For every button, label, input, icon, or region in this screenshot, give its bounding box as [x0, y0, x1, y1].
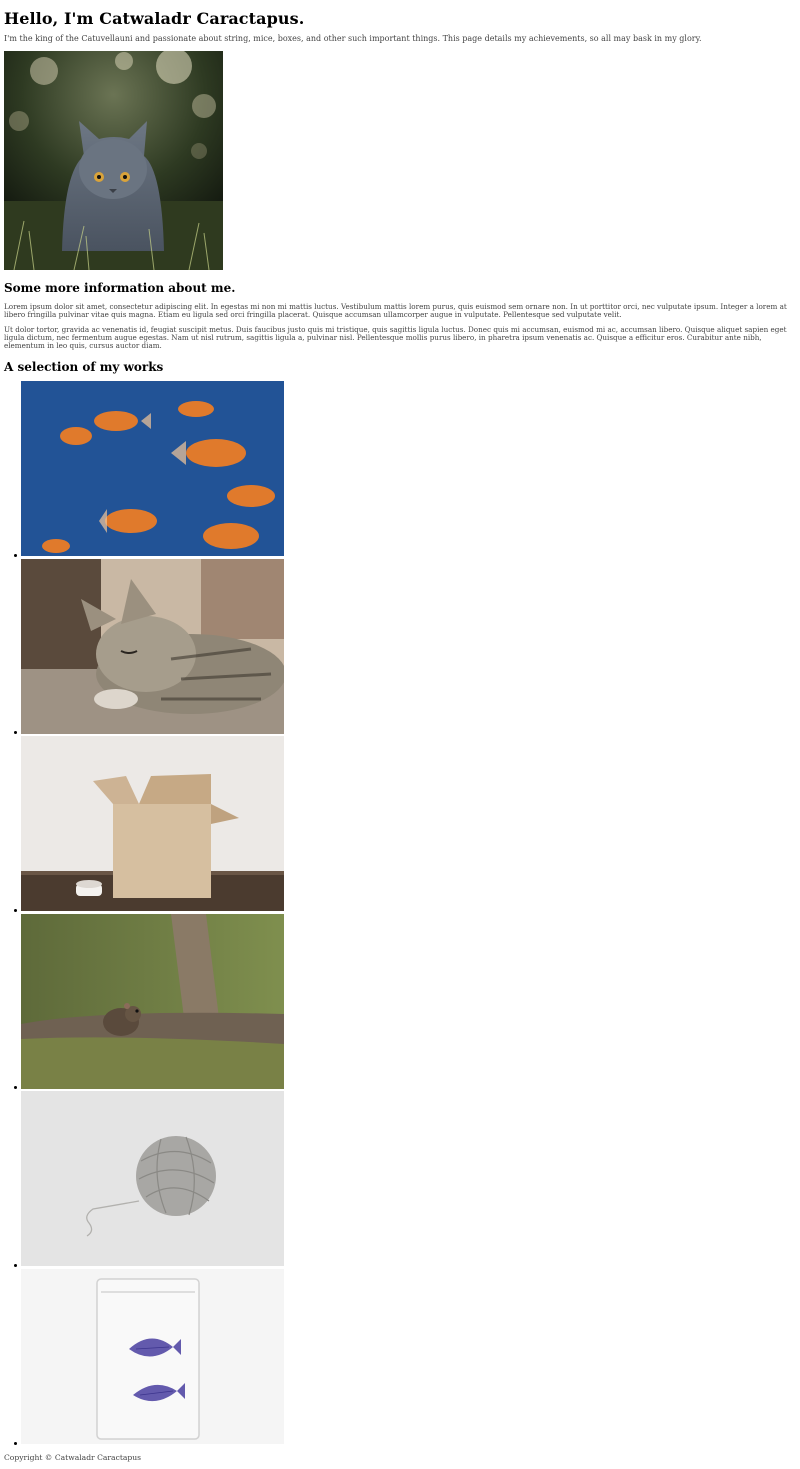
page-title: Hello, I'm Catwaladr Caractapus. — [4, 9, 305, 28]
works-heading: A selection of my works — [4, 360, 164, 374]
works-list — [0, 381, 290, 1447]
sleeping-kitten-photo — [21, 558, 284, 734]
gray-cat-photo — [4, 51, 223, 270]
mouse-photo — [21, 913, 284, 1089]
yarn-ball-photo — [21, 1091, 284, 1267]
work-image-yarn — [21, 1091, 284, 1267]
bullet-icon — [14, 731, 17, 735]
work-image-jar — [21, 1268, 284, 1444]
cardboard-box-photo — [21, 736, 284, 912]
work-image-goldfish — [21, 381, 284, 556]
bullet-icon — [14, 1441, 17, 1445]
footer-copyright: Copyright © Catwaladr Caractapus — [4, 1453, 142, 1462]
hero-cat-image — [4, 51, 223, 270]
goldfish-photo — [21, 381, 284, 556]
list-item — [0, 1268, 290, 1447]
work-image-kitten — [21, 558, 284, 734]
work-image-box — [21, 736, 284, 912]
list-item — [0, 558, 290, 737]
bullet-icon — [14, 908, 17, 912]
list-item — [0, 913, 290, 1092]
bullet-icon — [14, 1086, 17, 1090]
list-item — [0, 1091, 290, 1269]
work-image-mouse — [21, 913, 284, 1089]
about-paragraph-1: Lorem ipsum dolor sit amet, consectetur … — [4, 302, 787, 320]
about-paragraph-2: Ut dolor tortor, gravida ac venenatis id… — [4, 325, 787, 351]
about-heading: Some more information about me. — [4, 281, 236, 295]
list-item — [0, 381, 290, 559]
xray-fish-jar-photo — [21, 1268, 284, 1444]
intro-text: I'm the king of the Catuvellauni and pas… — [4, 34, 702, 43]
list-item — [0, 736, 290, 914]
bullet-icon — [14, 1263, 17, 1267]
bullet-icon — [14, 553, 17, 557]
